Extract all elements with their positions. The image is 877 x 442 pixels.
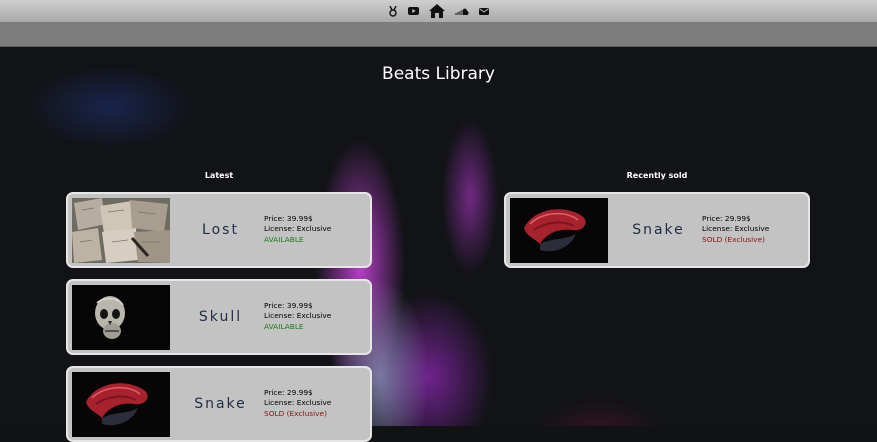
beat-cover-image <box>72 198 170 263</box>
soundcloud-icon[interactable] <box>455 8 469 15</box>
beat-cover-image <box>72 285 170 350</box>
secondary-bar <box>0 22 877 47</box>
youtube-icon[interactable] <box>408 7 419 15</box>
beat-name: Snake <box>194 396 247 412</box>
recently-sold-heading: Recently sold <box>626 171 688 180</box>
beat-price: Price: 39.99$ <box>264 301 313 310</box>
sold-card-snake[interactable]: Snake Price: 29.99$ License: Exclusive S… <box>504 192 810 268</box>
beat-name: Snake <box>632 222 685 238</box>
beat-card-skull[interactable]: Skull Price: 39.99$ License: Exclusive A… <box>66 279 372 355</box>
beat-info: Price: 29.99$ License: Exclusive SOLD (E… <box>264 388 331 419</box>
beat-info: Price: 39.99$ License: Exclusive AVAILAB… <box>264 214 331 245</box>
beat-price: Price: 29.99$ <box>702 214 751 223</box>
top-nav-bar <box>0 0 877 22</box>
beat-name: Skull <box>198 309 243 325</box>
beat-license: License: Exclusive <box>264 311 332 321</box>
latest-heading: Latest <box>204 171 234 180</box>
beat-status: SOLD (Exclusive) <box>702 234 765 244</box>
beat-name: Lost <box>202 222 239 238</box>
beat-card-snake[interactable]: Snake Price: 29.99$ License: Exclusive S… <box>66 366 372 442</box>
beat-status: AVAILABLE <box>264 234 304 244</box>
beat-price: Price: 29.99$ <box>264 388 313 397</box>
home-icon[interactable] <box>429 4 445 18</box>
beat-cover-image <box>72 372 170 437</box>
beat-cover-image <box>510 198 608 263</box>
beat-license: License: Exclusive <box>264 224 332 234</box>
beat-price: Price: 39.99$ <box>264 214 313 223</box>
mail-icon[interactable] <box>479 7 489 15</box>
beat-status: AVAILABLE <box>264 321 304 331</box>
page-title: Beats Library <box>382 64 495 84</box>
beat-license: License: Exclusive <box>702 224 770 234</box>
award-icon[interactable] <box>388 5 398 17</box>
beat-card-lost[interactable]: Lost Price: 39.99$ License: Exclusive AV… <box>66 192 372 268</box>
beat-info: Price: 29.99$ License: Exclusive SOLD (E… <box>702 214 769 245</box>
beat-license: License: Exclusive <box>264 398 332 408</box>
beat-info: Price: 39.99$ License: Exclusive AVAILAB… <box>264 301 331 332</box>
beat-status: SOLD (Exclusive) <box>264 408 327 418</box>
